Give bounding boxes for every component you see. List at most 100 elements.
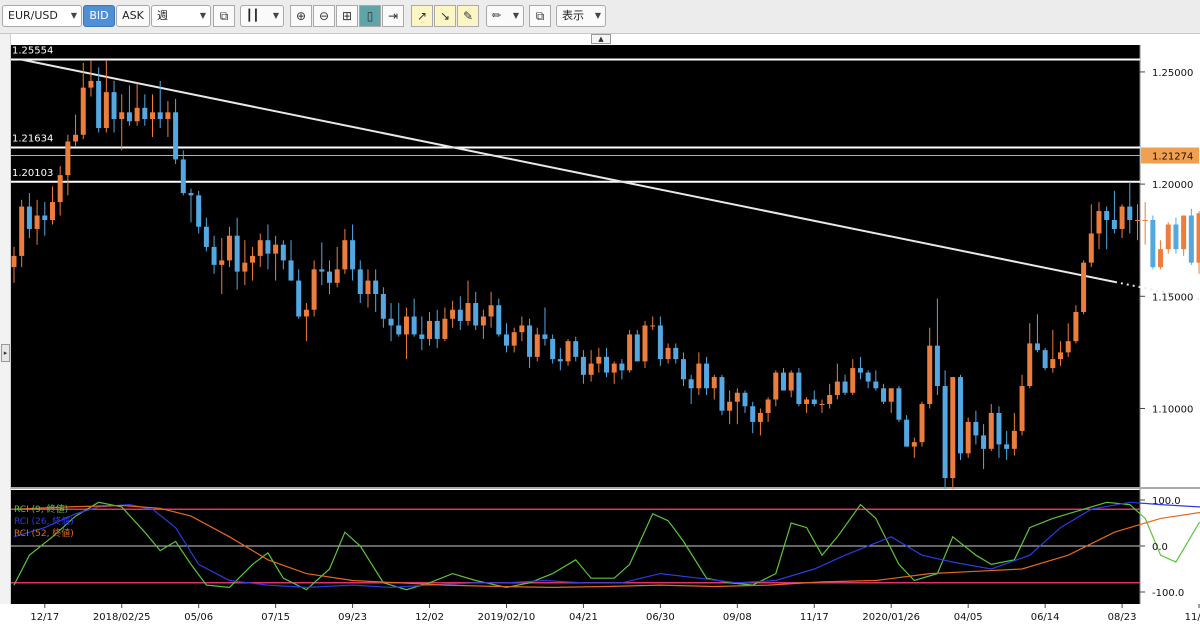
candle-up [788, 372, 794, 391]
candle-up [850, 368, 856, 393]
rci-legend-item: RCI (26, 終値) [14, 515, 74, 527]
candle-down [96, 80, 102, 129]
candle-down [796, 372, 802, 404]
candle-down [42, 215, 48, 221]
date-tick-label: 11/17 [800, 612, 829, 623]
candle-up [19, 206, 25, 256]
candle-up [696, 363, 702, 389]
candle-up [804, 399, 810, 404]
candle-up [1158, 249, 1164, 268]
candle-up [627, 334, 633, 371]
candle-down [157, 112, 163, 120]
candle-up [1081, 262, 1087, 312]
candle-up [1181, 215, 1187, 250]
candle-down [896, 388, 902, 420]
candle-down [527, 325, 533, 357]
candle-down [781, 372, 786, 391]
date-tick-label: 04/21 [569, 612, 598, 623]
candle-down [180, 159, 186, 194]
candle-up [1065, 341, 1071, 353]
date-tick-label: 07/15 [261, 612, 290, 623]
candle-up [950, 377, 956, 479]
price-axis-bg [1140, 45, 1200, 487]
candle-up [1142, 220, 1148, 222]
candle-down [288, 260, 294, 281]
candle-up [403, 316, 409, 335]
candle-down [380, 294, 386, 319]
candle-down [719, 377, 725, 411]
date-tick-label: 06/14 [1031, 612, 1060, 623]
candle-down [419, 334, 425, 339]
candle-up [1050, 359, 1056, 369]
rci-tick-label: 0.0 [1152, 542, 1168, 553]
candle-up [650, 325, 656, 327]
candle-down [411, 316, 417, 335]
candle-down [996, 412, 1002, 445]
candle-up [465, 303, 471, 321]
candle-up [119, 112, 125, 120]
candle-up [488, 305, 494, 317]
candle-down [680, 359, 686, 380]
candle-up [819, 403, 825, 405]
candle-down [957, 377, 963, 454]
candle-down [1104, 211, 1110, 221]
candle-up [450, 309, 456, 319]
date-tick-label: 12/02 [415, 612, 444, 623]
candle-up [927, 345, 933, 404]
candle-up [665, 347, 671, 360]
candle-down [396, 325, 402, 335]
candle-up [365, 280, 371, 295]
date-tick-label: 09/08 [723, 612, 752, 623]
candle-up [442, 318, 448, 339]
candle-up [57, 175, 63, 203]
candle-up [1134, 220, 1140, 222]
date-tick-label: 06/30 [646, 612, 675, 623]
candle-down [904, 419, 910, 447]
candle-down [280, 244, 286, 261]
date-tick-label: 2020/01/26 [862, 612, 920, 623]
candle-up [165, 112, 171, 120]
candle-down [981, 435, 987, 449]
price-tick-label: 1.20000 [1152, 180, 1193, 191]
candle-down [1042, 350, 1048, 369]
date-tick-label: 05/06 [184, 612, 213, 623]
candle-up [511, 332, 517, 346]
candle-up [103, 92, 109, 129]
candle-up [596, 356, 602, 364]
candle-down [373, 280, 379, 295]
date-tick-label: 12/17 [30, 612, 59, 623]
collapse-toolbar-button[interactable]: ▲ [591, 34, 611, 44]
candle-down [634, 334, 640, 362]
price-tick-label: 1.10000 [1152, 404, 1193, 415]
support-line-label: 1.20103 [12, 168, 53, 179]
date-tick-label: 2019/02/10 [478, 612, 536, 623]
candle-down [934, 345, 940, 387]
candle-up [73, 134, 79, 142]
candle-up [303, 309, 309, 317]
candle-up [1073, 311, 1079, 342]
candle-down [203, 226, 209, 247]
candle-down [673, 347, 679, 360]
price-tick-label: 1.25000 [1152, 68, 1193, 79]
candle-down [326, 271, 332, 283]
candle-down [434, 320, 440, 339]
candle-up [134, 107, 140, 122]
candle-up [1058, 352, 1064, 360]
candle-down [357, 269, 363, 295]
candle-up [250, 255, 256, 263]
candle-up [80, 87, 86, 135]
candle-down [557, 359, 563, 362]
candle-down [742, 392, 748, 407]
candle-down [457, 309, 463, 321]
date-tick-label: 11/01 [1185, 612, 1200, 623]
candle-up [1019, 386, 1025, 431]
candle-down [234, 235, 240, 272]
rci-axis-bg [1140, 490, 1200, 604]
candle-up [273, 244, 279, 254]
candle-down [873, 381, 879, 389]
candle-up [919, 403, 925, 443]
candle-down [550, 338, 556, 360]
candle-down [1034, 343, 1040, 351]
candle-down [865, 372, 871, 382]
support-line-label: 1.21634 [12, 133, 53, 144]
